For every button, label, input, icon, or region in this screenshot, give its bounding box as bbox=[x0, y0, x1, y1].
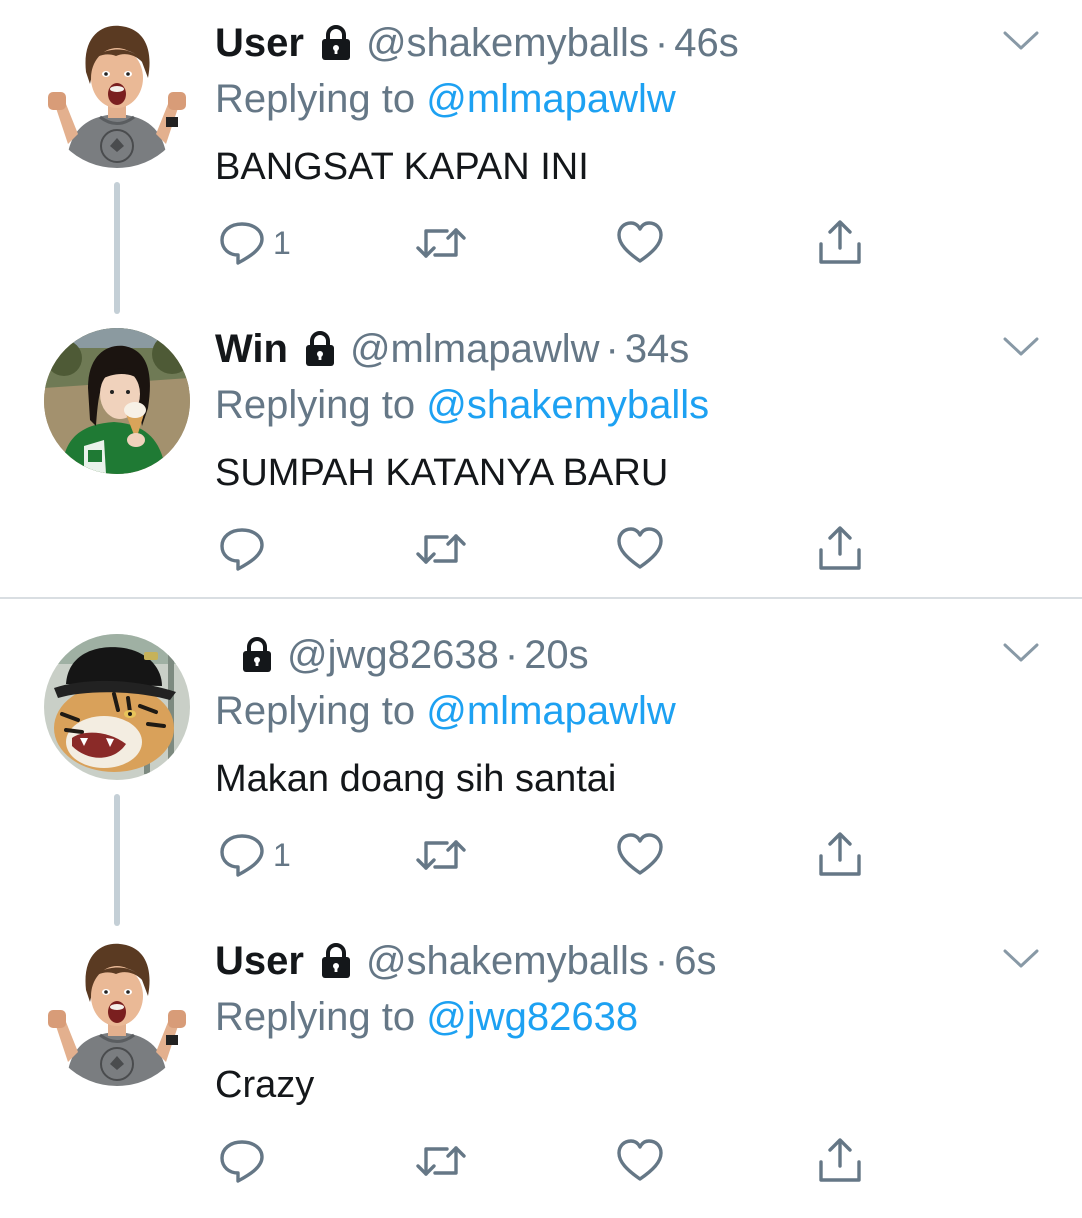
separator: · bbox=[654, 939, 669, 983]
like-button[interactable] bbox=[615, 830, 665, 880]
user-handle[interactable]: @jwg82638 bbox=[287, 630, 499, 680]
like-button[interactable] bbox=[615, 524, 665, 574]
tweet[interactable]: Win @mlmapawlw · 34s Replying to @shakem… bbox=[0, 306, 1082, 606]
avatar[interactable] bbox=[44, 22, 190, 168]
reply-mention-link[interactable]: @shakemyballs bbox=[426, 383, 709, 427]
replying-to-label: Replying to bbox=[215, 77, 416, 121]
tweet-actions bbox=[215, 524, 875, 574]
display-name[interactable]: User bbox=[215, 936, 304, 986]
reply-count: 1 bbox=[273, 836, 291, 873]
like-icon bbox=[615, 524, 665, 574]
avatar[interactable] bbox=[44, 940, 190, 1086]
thread-line bbox=[114, 182, 120, 314]
chevron-down-icon[interactable] bbox=[1002, 334, 1040, 360]
share-button[interactable] bbox=[815, 524, 865, 574]
user-handle[interactable]: @shakemyballs bbox=[366, 18, 649, 68]
share-icon bbox=[815, 218, 865, 268]
tiger-boy-cap-avatar bbox=[44, 634, 190, 780]
tweet-header: Win @mlmapawlw · 34s bbox=[215, 324, 689, 374]
separator: · bbox=[605, 327, 619, 371]
tweet-actions bbox=[215, 1136, 875, 1186]
tweet-text: Crazy bbox=[215, 1064, 315, 1106]
share-button[interactable] bbox=[815, 1136, 865, 1186]
reply-button[interactable] bbox=[217, 1136, 273, 1186]
share-button[interactable] bbox=[815, 218, 865, 268]
reply-mention-link[interactable]: @jwg82638 bbox=[426, 995, 638, 1039]
replying-to-label: Replying to bbox=[215, 689, 416, 733]
replying-to-label: Replying to bbox=[215, 383, 416, 427]
lock-icon bbox=[316, 23, 356, 63]
like-button[interactable] bbox=[615, 218, 665, 268]
tweet[interactable]: User @shakemyballs · 46s Replying to @ml… bbox=[0, 0, 1082, 314]
separator: · bbox=[654, 21, 669, 65]
replying-to-label: Replying to bbox=[215, 995, 416, 1039]
reply-icon bbox=[217, 218, 267, 268]
avatar[interactable] bbox=[44, 328, 190, 474]
retweet-icon bbox=[413, 524, 469, 574]
avatar[interactable] bbox=[44, 634, 190, 780]
like-icon bbox=[615, 1136, 665, 1186]
replying-to: Replying to @jwg82638 bbox=[215, 992, 638, 1042]
retweet-button[interactable] bbox=[413, 1136, 469, 1186]
share-icon bbox=[815, 830, 865, 880]
retweet-button[interactable] bbox=[413, 524, 469, 574]
reply-icon bbox=[217, 830, 267, 880]
boy-screaming-avatar bbox=[44, 22, 190, 168]
tweet-text: Makan doang sih santai bbox=[215, 758, 617, 800]
reply-button[interactable] bbox=[217, 524, 273, 574]
replying-to: Replying to @mlmapawlw bbox=[215, 686, 676, 736]
tweet-text: SUMPAH KATANYA BARU bbox=[215, 452, 669, 494]
retweet-icon bbox=[413, 218, 469, 268]
reply-button[interactable]: 1 bbox=[217, 218, 291, 268]
retweet-button[interactable] bbox=[413, 218, 469, 268]
retweet-icon bbox=[413, 830, 469, 880]
reply-mention-link[interactable]: @mlmapawlw bbox=[426, 689, 676, 733]
share-button[interactable] bbox=[815, 830, 865, 880]
tweet-header: @jwg82638 · 20s bbox=[215, 630, 589, 680]
display-name[interactable]: User bbox=[215, 18, 304, 68]
thread-line bbox=[114, 794, 120, 926]
timestamp[interactable]: 46s bbox=[674, 18, 739, 68]
tweet-actions: 1 bbox=[215, 218, 875, 268]
replying-to: Replying to @shakemyballs bbox=[215, 380, 709, 430]
reply-count: 1 bbox=[273, 224, 291, 261]
lock-icon bbox=[316, 941, 356, 981]
timestamp[interactable]: 6s bbox=[674, 936, 716, 986]
reply-mention-link[interactable]: @mlmapawlw bbox=[426, 77, 676, 121]
share-icon bbox=[815, 524, 865, 574]
chevron-down-icon[interactable] bbox=[1002, 946, 1040, 972]
tweet-text: BANGSAT KAPAN INI bbox=[215, 146, 589, 188]
chevron-down-icon[interactable] bbox=[1002, 28, 1040, 54]
chevron-down-icon[interactable] bbox=[1002, 640, 1040, 666]
lock-icon bbox=[300, 329, 340, 369]
timestamp[interactable]: 20s bbox=[524, 630, 589, 680]
tweet[interactable]: @jwg82638 · 20s Replying to @mlmapawlw M… bbox=[0, 612, 1082, 926]
retweet-button[interactable] bbox=[413, 830, 469, 880]
display-name[interactable]: Win bbox=[215, 324, 288, 374]
divider bbox=[0, 597, 1082, 599]
like-icon bbox=[615, 830, 665, 880]
user-handle[interactable]: @mlmapawlw bbox=[350, 324, 600, 374]
user-handle[interactable]: @shakemyballs bbox=[366, 936, 649, 986]
tweet-actions: 1 bbox=[215, 830, 875, 880]
reply-button[interactable]: 1 bbox=[217, 830, 291, 880]
boy-screaming-avatar bbox=[44, 940, 190, 1086]
tweet-header: User @shakemyballs · 6s bbox=[215, 936, 716, 986]
tweet[interactable]: User @shakemyballs · 6s Replying to @jwg… bbox=[0, 918, 1082, 1218]
tweet-header: User @shakemyballs · 46s bbox=[215, 18, 739, 68]
like-icon bbox=[615, 218, 665, 268]
share-icon bbox=[815, 1136, 865, 1186]
timestamp[interactable]: 34s bbox=[625, 324, 690, 374]
lock-icon bbox=[237, 635, 277, 675]
reply-icon bbox=[217, 1136, 267, 1186]
like-button[interactable] bbox=[615, 1136, 665, 1186]
replying-to: Replying to @mlmapawlw bbox=[215, 74, 676, 124]
reply-icon bbox=[217, 524, 267, 574]
girl-ice-cream-avatar bbox=[44, 328, 190, 474]
retweet-icon bbox=[413, 1136, 469, 1186]
separator: · bbox=[504, 633, 519, 677]
